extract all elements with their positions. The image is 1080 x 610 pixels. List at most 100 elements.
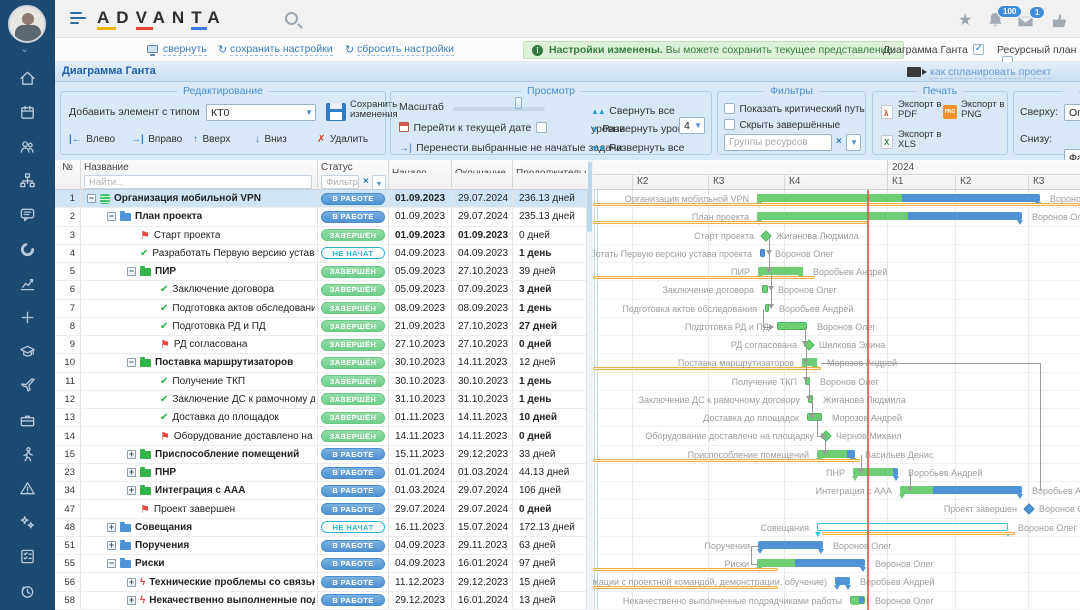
table-row[interactable]: 47⚑Проект завершенВ РАБОТЕ29.07.202429.0…	[55, 500, 588, 518]
export-pdf-button[interactable]: λ	[881, 103, 893, 121]
column-header-duration[interactable]: Продолжительность	[513, 160, 587, 173]
edit-left-button[interactable]: |← Влево	[69, 129, 115, 147]
task-name[interactable]: +ПНР	[81, 464, 317, 481]
sidebar-item-warning[interactable]	[0, 472, 55, 504]
name-filter-input[interactable]: Найти...	[84, 175, 312, 189]
column-header-status[interactable]: Статус	[318, 160, 388, 173]
sidebar-item-plus[interactable]	[0, 301, 55, 333]
avatar[interactable]	[8, 5, 46, 43]
scale-slider-thumb[interactable]	[515, 97, 522, 109]
column-header-start[interactable]: Начало	[389, 160, 451, 173]
expand-toggle[interactable]: +	[107, 523, 116, 532]
task-name[interactable]: ✔Подготовка РД и ПД	[81, 318, 317, 335]
task-name[interactable]: −План проекта	[81, 208, 317, 225]
mail-icon[interactable]: 1	[1017, 13, 1034, 35]
status-filter-input[interactable]: Фильтр	[321, 175, 359, 189]
sidebar-item-plane[interactable]	[0, 370, 55, 402]
task-name[interactable]: ✔Доставка до площадок	[81, 409, 317, 426]
sidebar-item-progress[interactable]	[0, 233, 55, 265]
how-to-plan-link[interactable]: как спланировать проект	[930, 66, 1051, 79]
collapse-toggle[interactable]: −	[87, 194, 96, 203]
clear-filter-icon[interactable]: ×	[836, 136, 842, 147]
task-bar[interactable]	[777, 322, 807, 330]
task-name[interactable]: +ϟНекачественно выполненные подрядчиками…	[81, 592, 317, 609]
table-row[interactable]: 51+ПорученияВ РАБОТЕ04.09.202329.11.2023…	[55, 537, 588, 555]
task-name[interactable]: −ПИР	[81, 263, 317, 280]
task-name[interactable]: +Совещания	[81, 519, 317, 536]
edit-down-button[interactable]: ↓ Вниз	[255, 129, 287, 147]
critical-path-checkbox[interactable]	[724, 103, 735, 114]
task-name[interactable]: +Интеграция с ААА	[81, 482, 317, 499]
status-filter-clear-icon[interactable]: ×	[363, 176, 369, 187]
task-name[interactable]: −Риски	[81, 555, 317, 572]
summary-bar[interactable]	[758, 541, 823, 549]
edit-up-button[interactable]: ↑ Вверх	[193, 129, 230, 147]
expand-toggle[interactable]: +	[127, 468, 136, 477]
table-row[interactable]: 7✔Подготовка актов обследованияЗАВЕРШЁН0…	[55, 300, 588, 318]
expand-toggle[interactable]: +	[127, 596, 136, 605]
brand-logo[interactable]: ADVANTA	[97, 8, 227, 28]
table-row[interactable]: 14⚑Оборудование доставлено на площадкуЗА…	[55, 427, 588, 445]
export-png-button[interactable]: PNG	[943, 103, 957, 121]
summary-bar[interactable]	[835, 577, 850, 585]
sidebar-item-training[interactable]	[0, 336, 55, 368]
table-row[interactable]: 13✔Доставка до площадокЗАВЕРШЁН01.11.202…	[55, 409, 588, 427]
resource-groups-input[interactable]: Группы ресурсов	[724, 134, 832, 151]
sidebar-item-sparkles[interactable]	[0, 507, 55, 539]
layer-top-select[interactable]: Опер	[1064, 104, 1080, 121]
sidebar-item-briefcase[interactable]	[0, 404, 55, 436]
export-xls-label[interactable]: Экспорт в XLS	[898, 130, 942, 150]
edit-right-button[interactable]: →| Вправо	[131, 129, 182, 147]
task-bar[interactable]	[760, 249, 765, 257]
gantt-checkbox[interactable]	[973, 44, 984, 55]
menu-icon[interactable]	[70, 12, 88, 25]
table-row[interactable]: 10−Поставка маршрутизаторовЗАВЕРШЁН30.10…	[55, 354, 588, 372]
save-settings-link[interactable]: сохранить настройки	[230, 43, 333, 56]
table-row[interactable]: 56+ϟТехнические проблемы со связью (комм…	[55, 573, 588, 591]
search-icon[interactable]	[285, 12, 298, 25]
save-changes-button[interactable]	[326, 103, 346, 121]
summary-bar[interactable]	[757, 559, 865, 567]
task-name[interactable]: −Организация мобильной VPN	[81, 190, 317, 207]
table-row[interactable]: 55−РискиВ РАБОТЕ04.09.202316.01.202497 д…	[55, 555, 588, 573]
export-png-label[interactable]: Экспорт в PNG	[961, 100, 1005, 120]
collapse-toggle[interactable]: −	[107, 559, 116, 568]
sidebar-item-activity[interactable]	[0, 438, 55, 470]
task-name[interactable]: ⚑Оборудование доставлено на площадку	[81, 427, 317, 444]
sidebar-item-reports[interactable]	[0, 267, 55, 299]
sidebar-item-structure[interactable]	[0, 165, 55, 197]
task-name[interactable]: ⚑РД согласована	[81, 336, 317, 353]
task-name[interactable]: ✔Разработать Первую версию устава проект…	[81, 245, 317, 262]
export-pdf-label[interactable]: Экспорт в PDF	[898, 100, 942, 120]
task-name[interactable]: +ϟТехнические проблемы со связью (коммун…	[81, 573, 317, 590]
view-toggle-gantt[interactable]: Диаграмма Ганта	[883, 44, 984, 56]
table-row[interactable]: 9⚑РД согласованаЗАВЕРШЁН27.10.202327.10.…	[55, 336, 588, 354]
table-row[interactable]: 5−ПИРЗАВЕРШЁН05.09.202327.10.202339 дней	[55, 263, 588, 281]
sidebar-item-home[interactable]	[0, 62, 55, 94]
task-name[interactable]: ⚑Проект завершен	[81, 500, 317, 517]
sidebar-item-messages[interactable]	[0, 199, 55, 231]
table-row[interactable]: 6✔Заключение договораЗАВЕРШЁН05.09.20230…	[55, 281, 588, 299]
task-name[interactable]: −Поставка маршрутизаторов	[81, 354, 317, 371]
task-name[interactable]: ✔Заключение договора	[81, 281, 317, 298]
like-icon[interactable]	[1051, 12, 1068, 34]
task-bar-planned[interactable]	[817, 523, 1008, 531]
table-row[interactable]: 1−Организация мобильной VPNВ РАБОТЕ01.09…	[55, 190, 588, 208]
table-row[interactable]: 2−План проектаВ РАБОТЕ01.09.202329.07.20…	[55, 208, 588, 226]
summary-bar[interactable]	[757, 194, 1040, 202]
expand-level-select[interactable]: 4▼	[679, 117, 705, 134]
task-name[interactable]: ✔Заключение ДС к рамочному договору	[81, 391, 317, 408]
export-xls-button[interactable]: X	[881, 133, 893, 151]
sidebar-item-calendar[interactable]	[0, 96, 55, 128]
expand-toggle[interactable]: +	[127, 450, 136, 459]
sidebar-item-history[interactable]	[0, 575, 55, 607]
table-row[interactable]: 3⚑Старт проектаЗАВЕРШЁН01.09.202301.09.2…	[55, 227, 588, 245]
summary-bar[interactable]	[758, 267, 803, 275]
star-icon[interactable]: ★	[958, 10, 972, 30]
milestone-diamond[interactable]	[1023, 504, 1034, 515]
resource-groups-dropdown[interactable]: ▼	[846, 134, 861, 151]
sidebar-collapse-icon[interactable]: ⌄	[20, 42, 29, 55]
task-name[interactable]: +Приспособление помещений	[81, 446, 317, 463]
status-filter-dropdown[interactable]: ▼	[372, 175, 386, 190]
table-row[interactable]: 11✔Получение ТКПЗАВЕРШЁН30.10.202330.10.…	[55, 373, 588, 391]
